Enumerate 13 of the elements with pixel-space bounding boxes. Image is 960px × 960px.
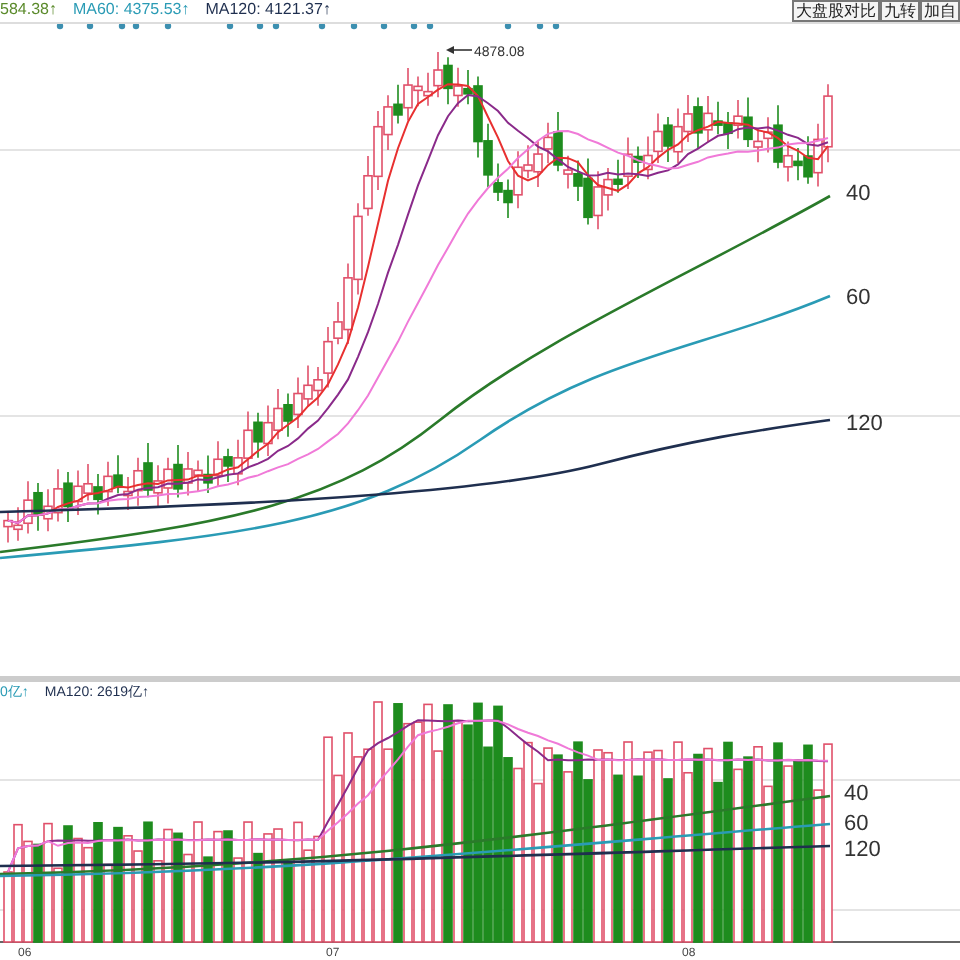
toolbar-button[interactable]: 加自 — [920, 0, 960, 22]
leader-line — [446, 46, 473, 54]
ma-label: 40 — [844, 782, 869, 806]
ma-label: 120 — [844, 838, 881, 862]
legend-value: 584.38↑ — [0, 0, 57, 20]
ma-label: 40 — [846, 182, 871, 206]
legend-value: MA120: 4121.37↑ — [205, 0, 331, 20]
legend-value: MA60: 4375.53↑ — [72, 0, 190, 20]
toolbar-button[interactable]: 大盘股对比 — [792, 0, 880, 22]
toolbar-button[interactable]: 九转 — [880, 0, 920, 22]
ma-label: 60 — [846, 286, 871, 310]
ma-label: 60 — [844, 812, 869, 836]
ma-label: 120 — [846, 412, 883, 436]
